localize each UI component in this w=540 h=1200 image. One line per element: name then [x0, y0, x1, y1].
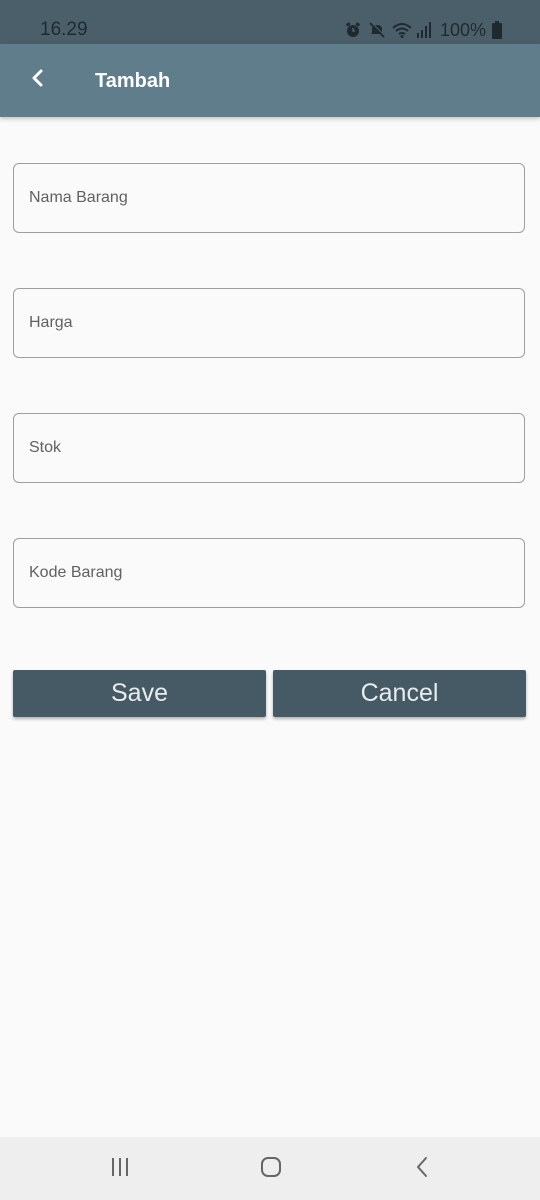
status-icons: 100% — [344, 18, 502, 42]
status-time: 16.29 — [40, 19, 88, 40]
system-nav-bar — [0, 1137, 540, 1200]
harga-field — [13, 288, 525, 358]
app-bar: Tambah — [0, 44, 540, 117]
stok-input[interactable] — [14, 414, 524, 482]
nama-barang-input[interactable] — [14, 164, 524, 232]
save-button[interactable]: Save — [13, 670, 266, 717]
wifi-icon — [392, 21, 412, 39]
kode-barang-field — [13, 538, 525, 608]
alarm-icon — [344, 21, 362, 39]
save-button-label: Save — [111, 679, 168, 707]
recent-apps-icon — [109, 1157, 131, 1182]
stok-field — [13, 413, 525, 483]
signal-icon — [416, 21, 434, 39]
kode-barang-input[interactable] — [14, 539, 524, 607]
battery-percentage: 100% — [439, 20, 486, 40]
cancel-button[interactable]: Cancel — [273, 670, 526, 717]
harga-input[interactable] — [14, 289, 524, 357]
home-button[interactable] — [255, 1153, 287, 1185]
page-title: Tambah — [95, 70, 171, 92]
nav-back-button[interactable] — [406, 1153, 438, 1185]
mute-icon — [368, 21, 386, 39]
home-icon — [259, 1155, 283, 1184]
chevron-left-icon — [30, 68, 46, 93]
recent-apps-button[interactable] — [104, 1153, 136, 1185]
status-bar: 16.29 100% — [0, 0, 540, 44]
back-button[interactable] — [22, 64, 54, 96]
nama-barang-field — [13, 163, 525, 233]
cancel-button-label: Cancel — [360, 679, 439, 707]
battery-icon — [492, 21, 502, 39]
back-icon — [414, 1155, 430, 1184]
